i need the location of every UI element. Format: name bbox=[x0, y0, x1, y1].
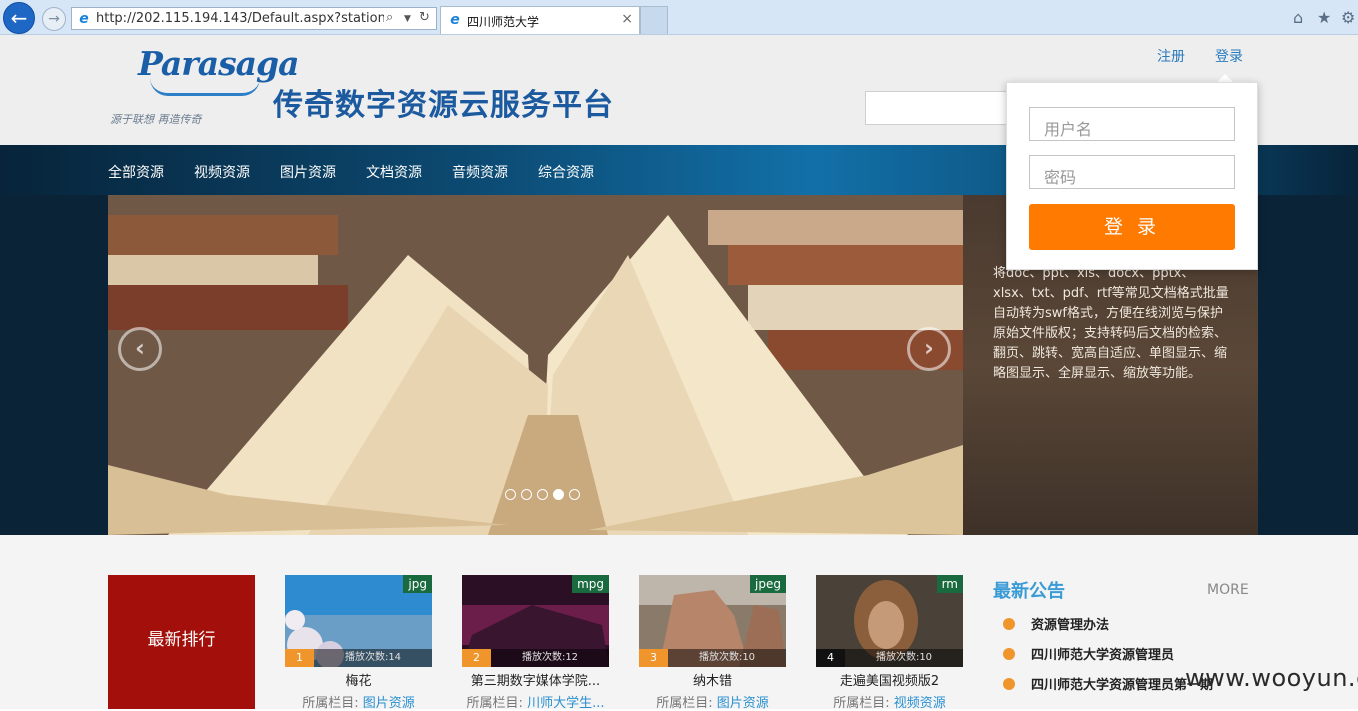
carousel-next-button[interactable]: › bbox=[907, 327, 951, 371]
browser-tab[interactable]: e 四川师范大学 × bbox=[440, 6, 640, 34]
login-panel: 用户名 密码 登 录 bbox=[1006, 82, 1258, 270]
bullet-icon bbox=[1003, 648, 1015, 660]
carousel-dot[interactable] bbox=[521, 489, 532, 500]
browser-toolbar: ← → e http://202.115.194.143/Default.asp… bbox=[0, 0, 1358, 35]
home-icon[interactable]: ⌂ bbox=[1293, 8, 1303, 27]
carousel-dot[interactable] bbox=[569, 489, 580, 500]
carousel-dot[interactable] bbox=[505, 489, 516, 500]
notice-item[interactable]: 四川师范大学资源管理员 bbox=[1003, 644, 1174, 663]
play-count: 播放次数:10 bbox=[845, 649, 963, 667]
nav-item-audio[interactable]: 音频资源 bbox=[452, 162, 508, 182]
format-badge: mpg bbox=[572, 575, 609, 593]
rank-number: 4 bbox=[816, 649, 845, 667]
rank-number: 2 bbox=[462, 649, 491, 667]
card-category: 所属栏目: 图片资源 bbox=[285, 692, 432, 711]
refresh-icon[interactable]: ↻ bbox=[419, 10, 430, 25]
banner-description: 将doc、ppt、xls、docx、pptx、xlsx、txt、pdf、rtf等… bbox=[993, 266, 1229, 381]
rank-number: 1 bbox=[285, 649, 314, 667]
carousel-prev-button[interactable]: ‹ bbox=[118, 327, 162, 371]
arrow-right-icon: → bbox=[48, 11, 60, 27]
ranking-card[interactable]: jpeg 3 播放次数:10 纳木错 所属栏目: 图片资源 bbox=[639, 575, 786, 711]
logo-tagline: 源于联想 再造传奇 bbox=[110, 113, 202, 126]
carousel-dot-active[interactable] bbox=[553, 489, 564, 500]
thumbnail-plum-blossom[interactable]: jpg 1 播放次数:14 bbox=[285, 575, 432, 667]
address-url[interactable]: http://202.115.194.143/Default.aspx?stat… bbox=[96, 11, 384, 26]
bullet-icon bbox=[1003, 618, 1015, 630]
notice-item-label: 四川师范大学资源管理员 bbox=[1031, 648, 1175, 663]
card-title[interactable]: 梅花 bbox=[285, 670, 432, 689]
format-badge: jpg bbox=[403, 575, 432, 593]
thumbnail-namtso[interactable]: jpeg 3 播放次数:10 bbox=[639, 575, 786, 667]
notice-item-label: 资源管理办法 bbox=[1031, 618, 1110, 633]
star-icon[interactable]: ★ bbox=[1317, 8, 1331, 27]
notice-item[interactable]: 资源管理办法 bbox=[1003, 614, 1109, 633]
play-count: 播放次数:10 bbox=[668, 649, 786, 667]
nav-item-video[interactable]: 视频资源 bbox=[194, 162, 250, 182]
site-title: 传奇数字资源云服务平台 bbox=[273, 88, 614, 123]
card-category: 所属栏目: 川师大学生... bbox=[462, 692, 609, 711]
new-tab-button[interactable] bbox=[640, 6, 668, 34]
latest-ranking-label: 最新排行 bbox=[108, 575, 255, 709]
password-field[interactable]: 密码 bbox=[1029, 155, 1235, 189]
watermark: www.wooyun.org bbox=[1185, 664, 1358, 692]
thumbnail-video-america[interactable]: rm 4 播放次数:10 bbox=[816, 575, 963, 667]
username-field[interactable]: 用户名 bbox=[1029, 107, 1235, 141]
notice-more-link[interactable]: MORE bbox=[1207, 582, 1249, 598]
ranking-card[interactable]: rm 4 播放次数:10 走遍美国视频版2 所属栏目: 视频资源 bbox=[816, 575, 963, 711]
chevron-down-icon[interactable]: ▼ bbox=[404, 14, 411, 24]
logo-swoosh bbox=[150, 78, 260, 96]
gear-icon[interactable]: ⚙ bbox=[1341, 8, 1355, 27]
ie-icon: e bbox=[79, 11, 89, 27]
nav-item-document[interactable]: 文档资源 bbox=[366, 162, 422, 182]
thumbnail-video-event[interactable]: mpg 2 播放次数:12 bbox=[462, 575, 609, 667]
open-book-illustration bbox=[108, 195, 963, 535]
card-title[interactable]: 走遍美国视频版2 bbox=[816, 670, 963, 689]
address-bar[interactable]: e http://202.115.194.143/Default.aspx?st… bbox=[71, 7, 437, 30]
notice-item[interactable]: 四川师范大学资源管理员第一期 bbox=[1003, 674, 1213, 693]
notice-section-title: 最新公告 bbox=[993, 581, 1065, 602]
arrow-left-icon: ← bbox=[10, 6, 28, 30]
card-title[interactable]: 纳木错 bbox=[639, 670, 786, 689]
card-title[interactable]: 第三期数字媒体学院... bbox=[462, 670, 609, 689]
play-count: 播放次数:12 bbox=[491, 649, 609, 667]
login-submit-button[interactable]: 登 录 bbox=[1029, 204, 1235, 250]
carousel-dot[interactable] bbox=[537, 489, 548, 500]
tab-title: 四川师范大学 bbox=[467, 15, 540, 29]
nav-item-image[interactable]: 图片资源 bbox=[280, 162, 336, 182]
ranking-card[interactable]: mpg 2 播放次数:12 第三期数字媒体学院... 所属栏目: 川师大学生..… bbox=[462, 575, 609, 711]
rank-number: 3 bbox=[639, 649, 668, 667]
search-icon[interactable]: ⌕ bbox=[386, 10, 393, 25]
register-link[interactable]: 注册 bbox=[1157, 46, 1185, 66]
card-category: 所属栏目: 视频资源 bbox=[816, 692, 963, 711]
ie-icon: e bbox=[450, 12, 460, 28]
nav-item-mixed[interactable]: 综合资源 bbox=[538, 162, 594, 182]
format-badge: rm bbox=[936, 575, 963, 593]
ranking-card[interactable]: jpg 1 播放次数:14 梅花 所属栏目: 图片资源 bbox=[285, 575, 432, 711]
nav-item-all[interactable]: 全部资源 bbox=[108, 162, 164, 182]
banner-image[interactable] bbox=[108, 195, 963, 535]
bullet-icon bbox=[1003, 678, 1015, 690]
format-badge: jpeg bbox=[750, 575, 786, 593]
forward-button[interactable]: → bbox=[42, 7, 66, 31]
card-category: 所属栏目: 图片资源 bbox=[639, 692, 786, 711]
back-button[interactable]: ← bbox=[3, 2, 35, 34]
login-link[interactable]: 登录 bbox=[1215, 46, 1243, 66]
play-count: 播放次数:14 bbox=[314, 649, 432, 667]
search-input[interactable] bbox=[865, 91, 1025, 125]
close-tab-button[interactable]: × bbox=[621, 11, 633, 27]
